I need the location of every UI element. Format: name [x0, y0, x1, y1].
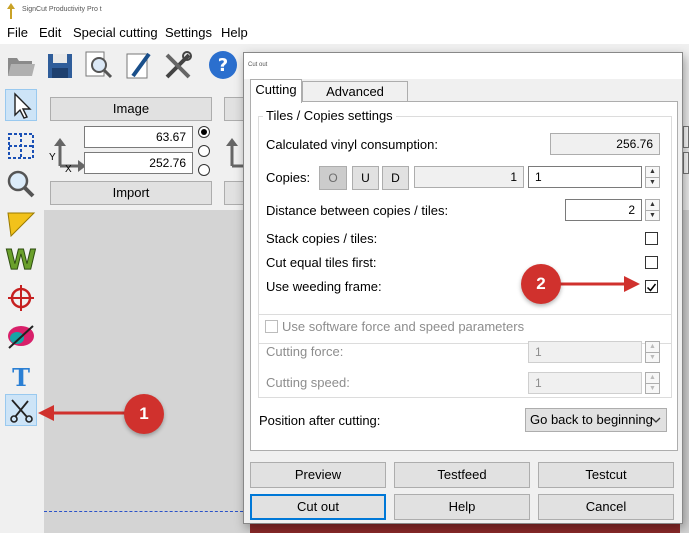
position-after-label: Position after cutting:: [259, 413, 381, 428]
tab-advanced-settings[interactable]: Advanced settings: [302, 81, 408, 119]
menu-file[interactable]: File: [7, 25, 28, 40]
dialog-title: Cut out: [248, 62, 268, 68]
settings-tools-icon[interactable]: [162, 48, 194, 82]
testcut-button[interactable]: Testcut: [538, 462, 674, 488]
distance-spinner[interactable]: ▲ ▼: [645, 199, 660, 221]
media-boundary-line: [44, 511, 243, 512]
cut-out-button[interactable]: Cut out: [250, 494, 386, 520]
import-button[interactable]: Import: [50, 181, 212, 205]
position-radio-1[interactable]: [198, 126, 210, 138]
xy-axis-icon-secondary: [226, 138, 244, 168]
cut-equal-tiles-checkbox[interactable]: [645, 256, 658, 269]
image-button-secondary[interactable]: [224, 97, 244, 121]
cutting-speed-spinner[interactable]: ▲ ▼: [645, 372, 660, 394]
callout-1-arrow: [38, 405, 128, 421]
checkmark-icon: [646, 283, 657, 292]
cut-out-tool[interactable]: [5, 394, 37, 426]
help-button[interactable]: Help: [394, 494, 530, 520]
weeding-w-icon[interactable]: W: [5, 243, 37, 275]
software-params-checkbox[interactable]: [265, 320, 278, 333]
menu-bar: File Edit Special cutting Settings Help: [0, 22, 689, 44]
registration-mark-icon[interactable]: [5, 282, 37, 314]
app-titlebar: SignCut Productivity Pro t: [0, 0, 689, 22]
callout-2: 2: [521, 264, 561, 304]
svg-text:T: T: [12, 363, 30, 392]
dialog-titlebar: Cut out: [244, 53, 682, 79]
position-radio-3[interactable]: [198, 164, 210, 176]
distance-label: Distance between copies / tiles:: [266, 203, 449, 218]
callout-1: 1: [124, 394, 164, 434]
cutting-force-spinner[interactable]: ▲ ▼: [645, 341, 660, 363]
svg-text:?: ?: [218, 55, 228, 76]
position-radio-2[interactable]: [198, 145, 210, 157]
copies-u-button[interactable]: U: [352, 166, 379, 190]
zoom-icon[interactable]: [5, 168, 37, 200]
image-properties-panel: Image Y X 63.67 252.76 Import: [44, 86, 244, 210]
arrow-pointer-icon: [14, 92, 32, 119]
y-axis-label: Y: [49, 152, 56, 163]
x-position-field[interactable]: 63.67: [84, 126, 193, 148]
preview-button[interactable]: Preview: [250, 462, 386, 488]
cut-equal-tiles-label: Cut equal tiles first:: [266, 255, 377, 270]
testfeed-button[interactable]: Testfeed: [394, 462, 530, 488]
import-button-secondary[interactable]: [224, 181, 244, 205]
right-field-2[interactable]: [683, 152, 689, 174]
cutting-speed-label: Cutting speed:: [266, 375, 350, 390]
app-title: SignCut Productivity Pro t: [22, 6, 102, 13]
app-logo-icon: [7, 3, 15, 19]
callout-2-arrow: [560, 276, 640, 292]
distance-field[interactable]: 2: [565, 199, 642, 221]
copies-total-field: 1: [414, 166, 524, 188]
x-axis-label: X: [65, 164, 72, 175]
preview-magnifier-icon[interactable]: [82, 48, 114, 82]
stack-copies-label: Stack copies / tiles:: [266, 231, 378, 246]
cancel-button[interactable]: Cancel: [538, 494, 674, 520]
scissors-icon: [10, 399, 33, 423]
position-after-value: Go back to beginning: [530, 412, 653, 427]
cutting-speed-field[interactable]: 1: [528, 372, 642, 394]
copies-spinner[interactable]: ▲ ▼: [645, 166, 660, 188]
menu-settings[interactable]: Settings: [165, 25, 212, 40]
copies-field[interactable]: 1: [528, 166, 642, 188]
y-position-field[interactable]: 252.76: [84, 152, 193, 174]
software-params-label: Use software force and speed parameters: [282, 319, 525, 334]
weeding-frame-label: Use weeding frame:: [266, 279, 382, 294]
vinyl-consumption-value: 256.76: [550, 133, 660, 155]
vinyl-consumption-label: Calculated vinyl consumption:: [266, 137, 438, 152]
copies-d-button[interactable]: D: [382, 166, 409, 190]
ruler-icon[interactable]: [5, 207, 37, 239]
menu-help[interactable]: Help: [221, 25, 248, 40]
weeding-frame-checkbox[interactable]: [645, 280, 658, 293]
tiles-copies-group-title: Tiles / Copies settings: [263, 108, 396, 123]
svg-text:W: W: [6, 243, 37, 275]
stack-copies-checkbox[interactable]: [645, 232, 658, 245]
position-after-select[interactable]: Go back to beginning: [525, 408, 667, 432]
copies-o-button[interactable]: O: [319, 166, 347, 190]
vectorize-icon[interactable]: [5, 320, 37, 352]
text-tool-icon[interactable]: T: [5, 360, 37, 392]
image-button[interactable]: Image: [50, 97, 212, 121]
menu-edit[interactable]: Edit: [39, 25, 61, 40]
right-field-1[interactable]: [683, 126, 689, 148]
menu-special-cutting[interactable]: Special cutting: [73, 25, 158, 40]
help-icon[interactable]: ?: [207, 48, 239, 82]
tile-grid-icon[interactable]: [5, 130, 37, 162]
left-toolbox: W T: [0, 86, 44, 533]
select-tool[interactable]: [5, 89, 37, 121]
cutting-force-field[interactable]: 1: [528, 341, 642, 363]
edit-document-icon[interactable]: [123, 48, 155, 82]
copies-label: Copies:: [266, 170, 311, 185]
chevron-down-icon: [651, 417, 661, 423]
cutting-force-label: Cutting force:: [266, 344, 344, 359]
open-folder-icon[interactable]: [5, 48, 37, 82]
tab-cutting[interactable]: Cutting: [250, 79, 302, 103]
save-icon[interactable]: [44, 48, 76, 82]
